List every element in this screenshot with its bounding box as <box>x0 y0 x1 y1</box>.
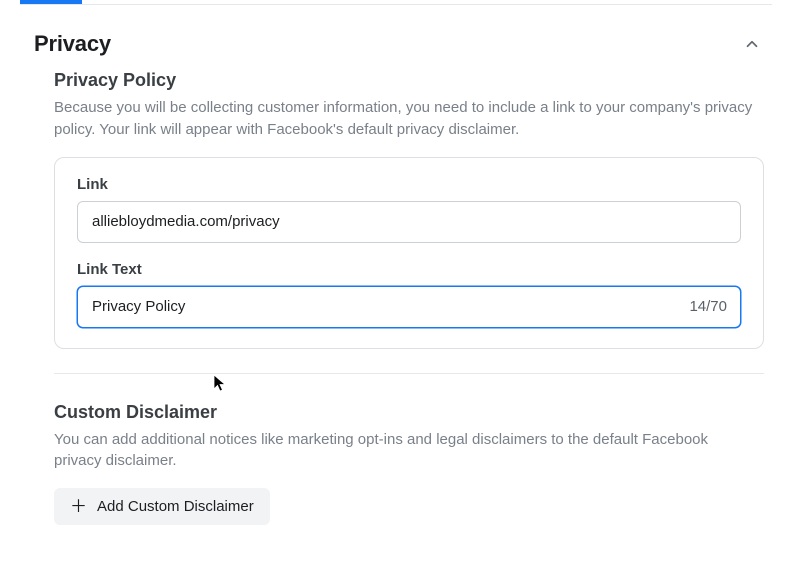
privacy-section-header[interactable]: Privacy <box>20 22 772 70</box>
privacy-policy-description: Because you will be collecting customer … <box>54 97 754 141</box>
link-label: Link <box>77 176 741 193</box>
add-custom-disclaimer-label: Add Custom Disclaimer <box>97 498 254 515</box>
plus-icon: ＋ <box>70 498 87 515</box>
chevron-up-icon <box>743 35 761 53</box>
collapse-section-button[interactable] <box>738 30 766 58</box>
privacy-policy-heading: Privacy Policy <box>54 70 764 91</box>
section-title: Privacy <box>34 31 111 57</box>
custom-disclaimer-description: You can add additional notices like mark… <box>54 429 754 473</box>
add-custom-disclaimer-button[interactable]: ＋ Add Custom Disclaimer <box>54 488 270 525</box>
link-input[interactable] <box>77 201 741 243</box>
link-text-label: Link Text <box>77 261 741 278</box>
custom-disclaimer-heading: Custom Disclaimer <box>54 402 764 423</box>
tab-underline <box>20 4 772 5</box>
privacy-policy-card: Link Link Text 14/70 <box>54 157 764 349</box>
link-text-input[interactable] <box>77 286 741 328</box>
section-divider <box>54 373 764 374</box>
